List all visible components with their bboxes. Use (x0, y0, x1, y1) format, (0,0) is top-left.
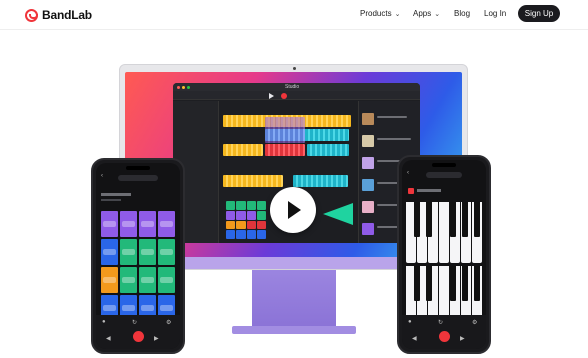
audio-clip[interactable] (265, 144, 305, 156)
audio-clip[interactable] (223, 144, 263, 156)
nav-apps-label: Apps (413, 9, 432, 18)
nav-products[interactable]: Products ⌄ (360, 9, 400, 18)
phone-track-title (101, 193, 131, 196)
chevron-down-icon: ⌄ (434, 10, 441, 18)
piano-black-key[interactable] (426, 202, 432, 238)
piano-black-key[interactable] (450, 202, 456, 238)
monitor-stand-base (232, 326, 356, 334)
phone-notch (126, 166, 150, 170)
sampler-pad[interactable] (101, 239, 118, 265)
piano-black-key[interactable] (462, 202, 468, 238)
waveform-display (323, 203, 353, 225)
record-button[interactable] (133, 331, 144, 342)
phone-track-subtitle (101, 199, 121, 201)
signup-button[interactable]: Sign Up (518, 5, 560, 22)
bandlab-logo-icon (25, 8, 38, 22)
metronome-icon[interactable]: ● (102, 319, 106, 325)
loop-icon[interactable]: ↻ (132, 319, 137, 326)
sampler-pad[interactable] (101, 211, 118, 237)
piano-black-key[interactable] (474, 202, 480, 238)
nav-blog-label: Blog (454, 9, 471, 18)
phone-left: ‹ ● ↻ ⚙ ◀ ▶ (91, 158, 185, 354)
camera-dot (293, 67, 296, 70)
phone-notch (432, 163, 456, 167)
piano-black-key[interactable] (414, 202, 420, 238)
sampler-pad[interactable] (120, 211, 137, 237)
phone-left-screen: ‹ ● ↻ ⚙ ◀ ▶ (96, 163, 180, 349)
piano-black-key[interactable] (462, 265, 468, 301)
audio-clip[interactable] (223, 175, 283, 187)
settings-icon[interactable]: ⚙ (166, 319, 171, 326)
window-minimize-icon (182, 85, 185, 89)
phone-right-screen: ‹ ● ↻ ⚙ ◀ ▶ (402, 160, 486, 349)
daw-record-icon[interactable] (281, 93, 287, 99)
piano-white-key[interactable] (439, 202, 449, 263)
back-icon[interactable]: ‹ (101, 173, 103, 179)
daw-play-icon[interactable] (269, 93, 274, 99)
sampler-pad[interactable] (139, 239, 156, 265)
daw-toolbar (173, 91, 420, 100)
nav-login[interactable]: Log In (484, 9, 506, 18)
skip-back-icon[interactable]: ◀ (106, 335, 111, 342)
sampler-pad[interactable] (158, 211, 175, 237)
sampler-pad[interactable] (139, 267, 156, 293)
monitor-stand (252, 270, 336, 330)
play-icon[interactable]: ▶ (154, 335, 159, 342)
piano-black-key[interactable] (474, 265, 480, 301)
instrument-icon (408, 188, 414, 194)
daw-sampler-pads (226, 201, 266, 239)
library-thumbnail[interactable] (362, 223, 374, 235)
phone-toolbar (118, 175, 158, 181)
site-header: BandLab Products ⌄ Apps ⌄ Blog Log In Si… (0, 0, 588, 30)
phone-right: ‹ ● ↻ ⚙ ◀ ▶ (397, 155, 491, 354)
sampler-pad[interactable] (101, 267, 118, 293)
nav-login-label: Log In (484, 9, 507, 18)
sampler-pad-grid (101, 211, 175, 321)
back-icon[interactable]: ‹ (407, 170, 409, 176)
library-thumbnail[interactable] (362, 113, 374, 125)
chevron-down-icon: ⌄ (394, 10, 401, 18)
logo-text: BandLab (42, 8, 92, 22)
daw-title: Studio (285, 84, 300, 90)
nav-apps[interactable]: Apps ⌄ (413, 9, 440, 18)
sampler-pad[interactable] (139, 211, 156, 237)
record-button[interactable] (439, 331, 450, 342)
piano-octave (406, 202, 482, 263)
audio-clip[interactable] (293, 175, 348, 187)
library-text-line (377, 138, 411, 140)
loop-icon[interactable]: ↻ (438, 319, 443, 326)
piano-black-key[interactable] (426, 265, 432, 301)
settings-icon[interactable]: ⚙ (472, 319, 477, 326)
window-zoom-icon (187, 85, 190, 89)
audio-clip[interactable] (307, 144, 349, 156)
sampler-pad[interactable] (158, 267, 175, 293)
nav-blog[interactable]: Blog (454, 9, 470, 18)
library-text-line (377, 116, 407, 118)
nav-products-label: Products (360, 9, 392, 18)
piano-black-key[interactable] (414, 265, 420, 301)
piano-keyboard (406, 202, 482, 326)
metronome-icon[interactable]: ● (408, 319, 412, 325)
sampler-pad[interactable] (120, 267, 137, 293)
sampler-pad[interactable] (120, 239, 137, 265)
video-play-button[interactable] (270, 187, 316, 233)
sampler-pad[interactable] (158, 239, 175, 265)
library-thumbnail[interactable] (362, 179, 374, 191)
phone-transport-bar: ● ↻ ⚙ ◀ ▶ (402, 315, 486, 349)
library-thumbnail[interactable] (362, 157, 374, 169)
window-close-icon (177, 85, 180, 89)
phone-toolbar (426, 172, 462, 178)
selection-region (265, 117, 305, 143)
library-thumbnail[interactable] (362, 135, 374, 147)
play-icon[interactable]: ▶ (460, 335, 465, 342)
skip-back-icon[interactable]: ◀ (412, 335, 417, 342)
library-thumbnail[interactable] (362, 201, 374, 213)
phone-transport-bar: ● ↻ ⚙ ◀ ▶ (96, 315, 180, 349)
piano-black-key[interactable] (450, 265, 456, 301)
bandlab-logo[interactable]: BandLab (25, 8, 92, 22)
instrument-title (417, 189, 441, 192)
